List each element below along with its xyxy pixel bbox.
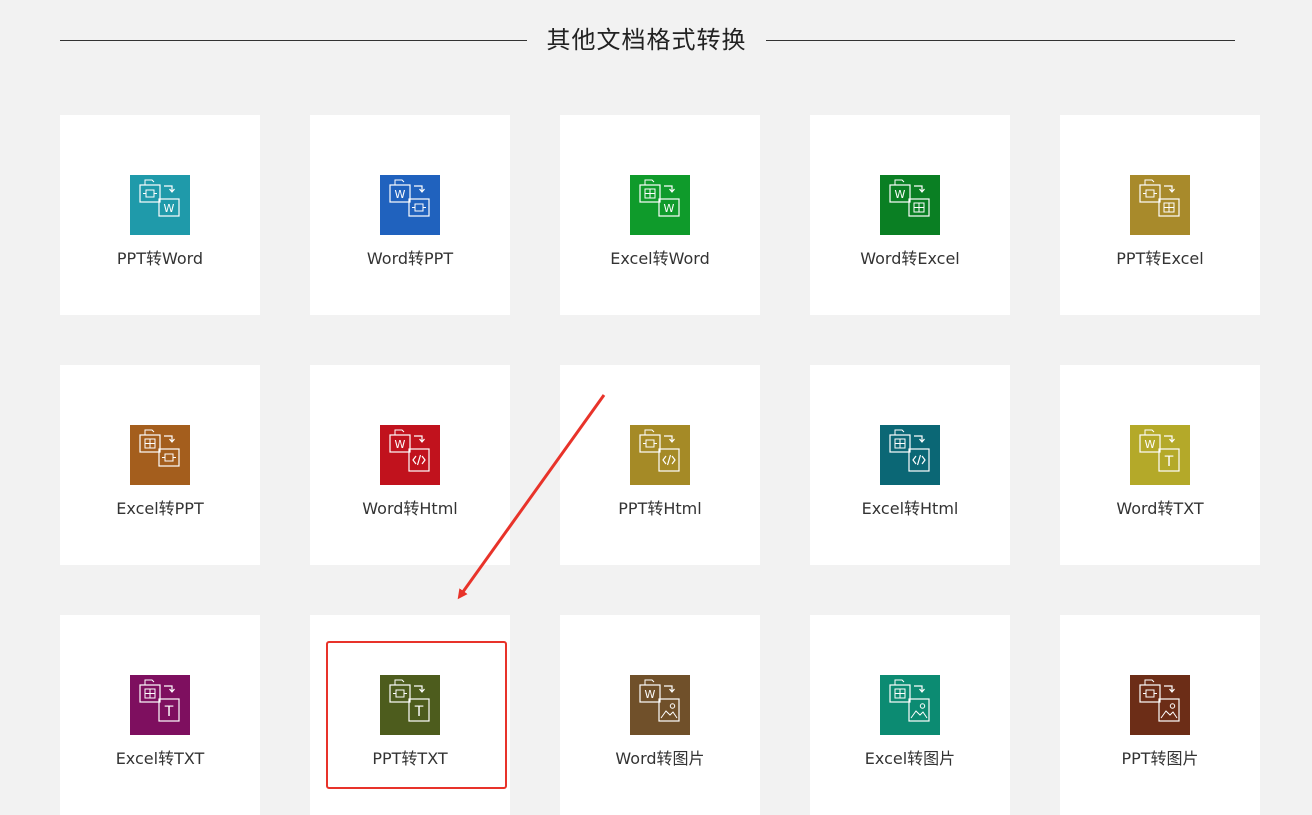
excel-to-html-icon	[880, 425, 940, 485]
conversion-grid: W PPT转Word W Word转PPT W Excel转Word W Word转Excel…	[60, 115, 1260, 815]
section-header: 其他文档格式转换	[60, 18, 1235, 62]
svg-text:W: W	[395, 438, 406, 451]
svg-text:W: W	[395, 188, 406, 201]
svg-text:W: W	[645, 688, 656, 701]
word-to-ppt-icon: W	[380, 175, 440, 235]
conversion-card-label: Word转Excel	[860, 249, 960, 268]
conversion-card-ppt-to-image[interactable]: PPT转图片	[1060, 615, 1260, 815]
excel-to-word-icon: W	[630, 175, 690, 235]
excel-to-image-icon	[880, 675, 940, 735]
word-to-html-icon: W	[380, 425, 440, 485]
conversion-card-label: PPT转Excel	[1116, 249, 1204, 268]
conversion-card-label: PPT转图片	[1121, 749, 1199, 768]
conversion-card-word-to-ppt[interactable]: W Word转PPT	[310, 115, 510, 315]
ppt-to-image-icon	[1130, 675, 1190, 735]
svg-text:W: W	[1145, 438, 1156, 451]
ppt-to-excel-icon	[1130, 175, 1190, 235]
section-title: 其他文档格式转换	[546, 26, 747, 54]
conversion-card-label: Word转图片	[615, 749, 705, 768]
conversion-card-label: Excel转Html	[861, 499, 959, 518]
conversion-card-label: PPT转Html	[618, 499, 702, 518]
word-to-excel-icon: W	[880, 175, 940, 235]
conversion-card-word-to-txt[interactable]: W T Word转TXT	[1060, 365, 1260, 565]
conversion-card-ppt-to-html[interactable]: PPT转Html	[560, 365, 760, 565]
conversion-card-label: PPT转Word	[116, 249, 204, 268]
svg-text:T: T	[1164, 454, 1174, 470]
conversion-card-word-to-excel[interactable]: W Word转Excel	[810, 115, 1010, 315]
conversion-card-ppt-to-word[interactable]: W PPT转Word	[60, 115, 260, 315]
conversion-card-ppt-to-excel[interactable]: PPT转Excel	[1060, 115, 1260, 315]
svg-text:W: W	[164, 202, 175, 215]
excel-to-txt-icon: T	[130, 675, 190, 735]
word-to-image-icon: W	[630, 675, 690, 735]
conversion-card-word-to-html[interactable]: W Word转Html	[310, 365, 510, 565]
excel-to-ppt-icon	[130, 425, 190, 485]
conversion-card-excel-to-image[interactable]: Excel转图片	[810, 615, 1010, 815]
svg-text:T: T	[414, 704, 424, 720]
conversion-card-ppt-to-txt[interactable]: T PPT转TXT	[310, 615, 510, 815]
conversion-card-word-to-image[interactable]: W Word转图片	[560, 615, 760, 815]
conversion-card-label: Excel转Word	[610, 249, 710, 268]
conversion-card-excel-to-ppt[interactable]: Excel转PPT	[60, 365, 260, 565]
conversion-card-excel-to-word[interactable]: W Excel转Word	[560, 115, 760, 315]
ppt-to-word-icon: W	[130, 175, 190, 235]
conversion-card-label: Excel转PPT	[116, 499, 204, 518]
conversion-card-label: Word转PPT	[366, 249, 454, 268]
conversion-card-label: Excel转图片	[864, 749, 956, 768]
conversion-card-label: Word转Html	[362, 499, 458, 518]
svg-text:W: W	[664, 202, 675, 215]
conversion-card-excel-to-html[interactable]: Excel转Html	[810, 365, 1010, 565]
ppt-to-txt-icon: T	[380, 675, 440, 735]
svg-text:W: W	[895, 188, 906, 201]
conversion-card-label: PPT转TXT	[372, 749, 448, 768]
ppt-to-html-icon	[630, 425, 690, 485]
svg-text:T: T	[164, 704, 174, 720]
conversion-card-excel-to-txt[interactable]: T Excel转TXT	[60, 615, 260, 815]
header-divider-left	[60, 40, 527, 41]
word-to-txt-icon: WT	[1130, 425, 1190, 485]
conversion-card-label: Excel转TXT	[115, 749, 205, 768]
header-divider-right	[766, 40, 1235, 41]
conversion-card-label: Word转TXT	[1116, 499, 1204, 518]
